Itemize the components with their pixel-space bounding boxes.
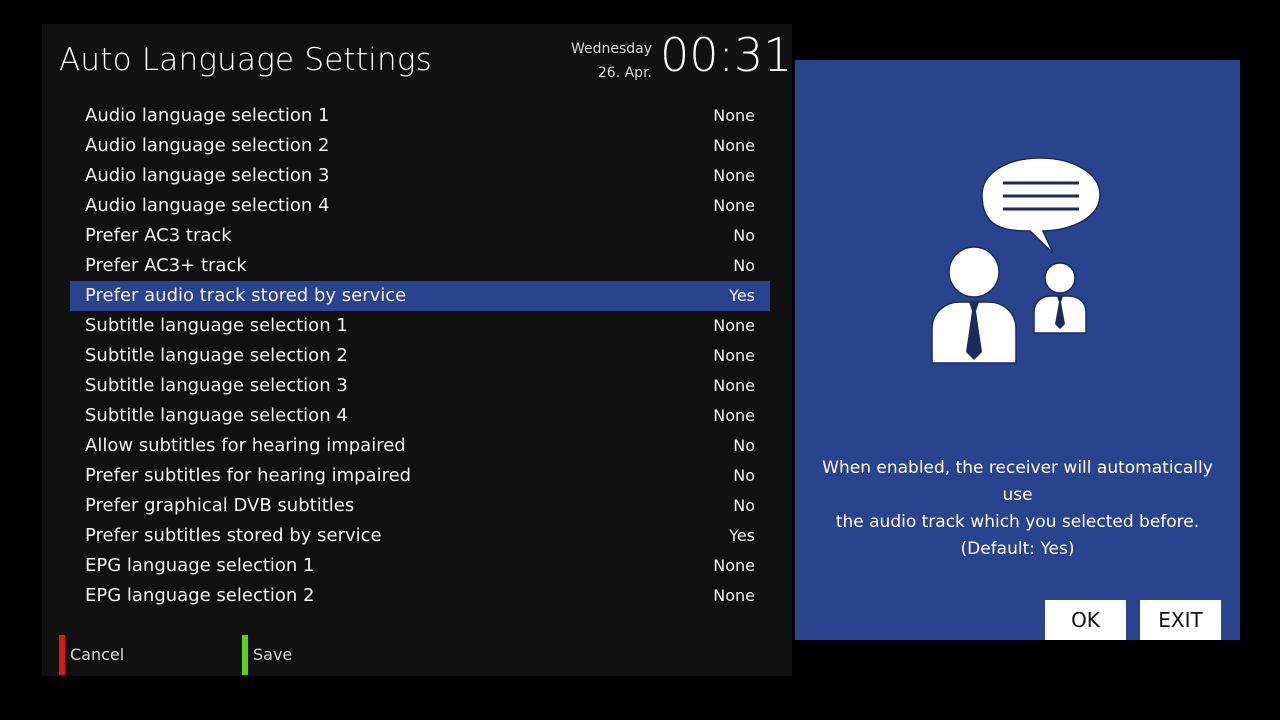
save-key[interactable]: Save — [242, 635, 362, 675]
setting-value: None — [713, 166, 755, 185]
setting-label: Allow subtitles for hearing impaired — [85, 435, 406, 456]
setting-label: Audio language selection 3 — [85, 165, 330, 186]
setting-label: Subtitle language selection 4 — [85, 405, 348, 426]
setting-row[interactable]: EPG language selection 2 None — [70, 581, 770, 611]
date-label: 26. Apr. — [597, 65, 652, 81]
weekday-label: Wednesday — [570, 41, 652, 57]
date-display: Wednesday 26. Apr. — [540, 37, 652, 85]
setting-row[interactable]: Prefer graphical DVB subtitles No — [70, 491, 770, 521]
setting-label: Prefer subtitles stored by service — [85, 525, 382, 546]
setting-row[interactable]: Subtitle language selection 3 None — [70, 371, 770, 401]
setting-label: Prefer AC3+ track — [85, 255, 247, 276]
setting-value: None — [713, 406, 755, 425]
help-text: When enabled, the receiver will automati… — [805, 455, 1230, 563]
help-line: the audio track which you selected befor… — [835, 512, 1200, 532]
red-key-icon — [59, 635, 65, 675]
setting-row[interactable]: EPG language selection 1 None — [70, 551, 770, 581]
setting-row[interactable]: Audio language selection 3 None — [70, 161, 770, 191]
ok-button[interactable]: OK — [1045, 600, 1126, 640]
setting-value: None — [713, 586, 755, 605]
setting-value: No — [733, 466, 755, 485]
cancel-key[interactable]: Cancel — [59, 635, 179, 675]
setting-value: None — [713, 556, 755, 575]
screen: Auto Language Settings Wednesday 26. Apr… — [0, 0, 1280, 720]
setting-value: None — [713, 316, 755, 335]
setting-value: No — [733, 226, 755, 245]
setting-label: Subtitle language selection 2 — [85, 345, 348, 366]
setting-value: None — [713, 376, 755, 395]
setting-row[interactable]: Subtitle language selection 1 None — [70, 311, 770, 341]
setting-label: Audio language selection 4 — [85, 195, 330, 216]
green-key-icon — [242, 635, 248, 675]
help-panel: When enabled, the receiver will automati… — [795, 60, 1240, 640]
setting-label: Prefer graphical DVB subtitles — [85, 495, 355, 516]
setting-row[interactable]: Prefer AC3+ track No — [70, 251, 770, 281]
setting-row[interactable]: Subtitle language selection 4 None — [70, 401, 770, 431]
setting-value: Yes — [729, 526, 755, 545]
setting-value: No — [733, 436, 755, 455]
setting-row[interactable]: Prefer audio track stored by service Yes — [70, 281, 770, 311]
setting-row[interactable]: Audio language selection 4 None — [70, 191, 770, 221]
exit-button[interactable]: EXIT — [1140, 600, 1221, 640]
setting-value: None — [713, 346, 755, 365]
setting-row[interactable]: Allow subtitles for hearing impaired No — [70, 431, 770, 461]
setting-row[interactable]: Audio language selection 2 None — [70, 131, 770, 161]
setting-label: Subtitle language selection 1 — [85, 315, 348, 336]
setting-value: None — [713, 196, 755, 215]
save-label: Save — [253, 645, 293, 664]
setting-row[interactable]: Prefer subtitles for hearing impaired No — [70, 461, 770, 491]
cancel-label: Cancel — [70, 645, 125, 664]
setting-label: EPG language selection 1 — [85, 555, 315, 576]
help-line: When enabled, the receiver will automati… — [822, 458, 1213, 505]
page-title: Auto Language Settings — [59, 42, 432, 78]
setting-label: Audio language selection 2 — [85, 135, 330, 156]
setting-value: No — [733, 496, 755, 515]
setting-value: Yes — [729, 286, 755, 305]
setting-label: EPG language selection 2 — [85, 585, 315, 606]
settings-list: Audio language selection 1 None Audio lang… — [70, 101, 770, 611]
setting-label: Subtitle language selection 3 — [85, 375, 348, 396]
setting-value: None — [713, 106, 755, 125]
setting-row[interactable]: Audio language selection 1 None — [70, 101, 770, 131]
setting-row[interactable]: Subtitle language selection 2 None — [70, 341, 770, 371]
setting-label: Prefer subtitles for hearing impaired — [85, 465, 412, 486]
help-default-note: (Default: Yes) — [960, 539, 1075, 559]
setting-label: Prefer audio track stored by service — [85, 285, 407, 306]
clock: 00:31 — [660, 28, 793, 82]
setting-label: Prefer AC3 track — [85, 225, 232, 246]
people-conversation-icon — [931, 157, 1101, 364]
setting-label: Audio language selection 1 — [85, 105, 330, 126]
setting-value: No — [733, 256, 755, 275]
setting-row[interactable]: Prefer subtitles stored by service Yes — [70, 521, 770, 551]
setting-value: None — [713, 136, 755, 155]
setting-row[interactable]: Prefer AC3 track No — [70, 221, 770, 251]
